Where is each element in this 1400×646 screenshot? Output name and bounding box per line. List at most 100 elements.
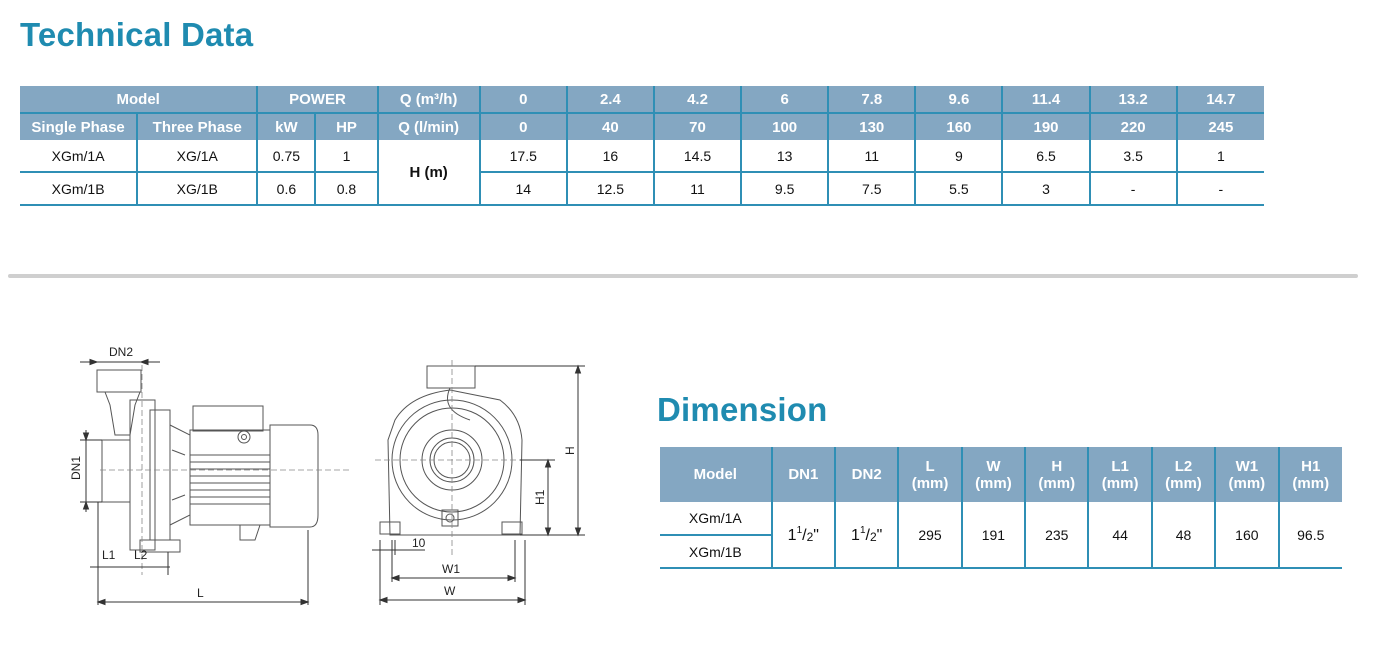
outlet-flange — [96, 369, 142, 393]
dn1-header: DN1 — [770, 447, 837, 502]
dn1-label: DN1 — [69, 456, 83, 480]
motor-fan-cover — [269, 424, 319, 528]
header-row-flow-lmin: Single Phase Three Phase kW HP Q (l/min)… — [20, 113, 1264, 140]
table-row: XGm/1A XG/1A 0.75 1 H (m) 17.5 16 14.5 1… — [20, 140, 1264, 206]
three-phase-model: XG/1A — [136, 140, 259, 173]
head-value: 3.5 — [1088, 140, 1178, 173]
dn2-whole: 1 — [851, 526, 860, 544]
pump-side-view-drawing: DN2 DN1 L1 L2 L — [69, 345, 350, 606]
flow-m3h-value: 9.6 — [914, 86, 1004, 114]
l-header-label: L — [925, 457, 935, 475]
flow-m3h-value: 7.8 — [827, 86, 917, 114]
l2-header-label: L2 — [1174, 457, 1193, 475]
l1-value: 44 — [1087, 502, 1153, 569]
single-phase-model: XGm/1A — [20, 140, 139, 173]
flow-m3h-value: 14.7 — [1175, 86, 1264, 114]
motor-fins — [190, 454, 270, 505]
w-label: W — [444, 584, 456, 598]
head-value: 9.5 — [740, 172, 830, 206]
h1-value: 96.5 — [1277, 502, 1342, 569]
header-row-flow-m3h: Model POWER Q (m³/h) 0 2.4 4.2 6 7.8 9.6… — [20, 86, 1264, 114]
technical-data-table: Model POWER Q (m³/h) 0 2.4 4.2 6 7.8 9.6… — [20, 86, 1264, 206]
head-value: 14 — [478, 172, 568, 206]
dn2-header: DN2 — [833, 447, 900, 502]
flow-lmin-value: 100 — [740, 113, 830, 140]
head-value: 14.5 — [652, 140, 743, 173]
power-header: POWER — [256, 86, 379, 114]
flow-lmin-header: Q (l/min) — [376, 113, 481, 140]
single-phase-model: XGm/1B — [20, 172, 139, 206]
section-divider — [8, 274, 1358, 278]
h-label: H — [563, 446, 577, 455]
l2-label: L2 — [134, 548, 148, 562]
l1-header-label: L1 — [1111, 457, 1129, 475]
h1-header: H1 (mm) — [1277, 447, 1342, 502]
head-value: 5.5 — [914, 172, 1004, 206]
head-value: 11 — [652, 172, 743, 206]
dn2-label: DN2 — [109, 345, 133, 359]
l-header: L (mm) — [897, 447, 963, 502]
head-value: - — [1175, 172, 1264, 206]
w1-header: W1 (mm) — [1214, 447, 1280, 502]
h1-label: H1 — [533, 489, 547, 505]
head-value: 11 — [827, 140, 917, 173]
h-header: H (mm) — [1024, 447, 1090, 502]
flow-lmin-value: 0 — [478, 113, 568, 140]
w1-label: W1 — [442, 562, 460, 576]
flow-lmin-value: 40 — [565, 113, 655, 140]
h1-header-label: H1 — [1301, 457, 1321, 475]
unit-label: (mm) — [1292, 474, 1330, 492]
head-value: 1 — [1175, 140, 1264, 173]
dn2-value: 11/2" — [833, 502, 900, 569]
dn1-whole: 1 — [787, 526, 797, 544]
inch-mark: " — [876, 526, 883, 544]
head-value: - — [1088, 172, 1178, 206]
h-value: 235 — [1024, 502, 1090, 569]
unit-label: (mm) — [1228, 474, 1266, 492]
dn2-denominator: 2 — [869, 529, 877, 544]
l1-label: L1 — [102, 548, 116, 562]
dn2-numerator: 1 — [859, 524, 866, 536]
three-phase-model: XG/1B — [136, 172, 259, 206]
l2-value: 48 — [1150, 502, 1217, 569]
dimension-header-row: Model DN1 DN2 L (mm) W (mm) H (mm) L1 (mm) L… — [660, 447, 1342, 502]
unit-label: (mm) — [1165, 474, 1202, 492]
flow-m3h-value: 4.2 — [652, 86, 743, 114]
flow-m3h-value: 11.4 — [1001, 86, 1091, 114]
flow-lmin-value: 130 — [827, 113, 917, 140]
pump-casing — [387, 389, 523, 536]
w1-value: 160 — [1214, 502, 1280, 569]
head-value: 9 — [914, 140, 1004, 173]
model-header: Model — [660, 447, 773, 502]
l-label: L — [197, 586, 204, 600]
w1-header-label: W1 — [1235, 457, 1259, 475]
head-value: 7.5 — [827, 172, 917, 206]
technical-data-title: Technical Data — [20, 16, 254, 53]
inlet-flange — [101, 439, 131, 503]
unit-label: (mm) — [1101, 474, 1139, 492]
power-kw: 0.75 — [256, 140, 317, 173]
flow-m3h-header: Q (m³/h) — [376, 86, 481, 114]
flow-lmin-value: 220 — [1088, 113, 1178, 140]
kw-header: kW — [256, 113, 317, 140]
w-value: 191 — [960, 502, 1027, 569]
dimension-title: Dimension — [657, 391, 828, 428]
head-value: 6.5 — [1001, 140, 1091, 173]
head-value: 12.5 — [565, 172, 655, 206]
unit-label: (mm) — [975, 474, 1012, 492]
model-name: XGm/1A — [660, 502, 773, 536]
head-value: 17.5 — [478, 140, 568, 173]
head-label: H (m) — [376, 140, 481, 206]
l2-header: L2 (mm) — [1150, 447, 1217, 502]
unit-label: (mm) — [911, 474, 949, 492]
head-value: 13 — [740, 140, 830, 173]
flow-lmin-value: 190 — [1001, 113, 1091, 140]
flow-m3h-value: 2.4 — [565, 86, 655, 114]
outlet-flange — [426, 365, 476, 389]
table-row: XGm/1B XG/1B 0.6 0.8 14 12.5 11 9.5 7.5 … — [20, 172, 1264, 206]
dimension-table: Model DN1 DN2 L (mm) W (mm) H (mm) L1 (mm) L… — [660, 447, 1342, 569]
flow-lmin-value: 245 — [1175, 113, 1264, 140]
model-name: XGm/1B — [660, 535, 772, 569]
power-hp: 1 — [314, 140, 379, 173]
flow-lmin-value: 70 — [652, 113, 743, 140]
